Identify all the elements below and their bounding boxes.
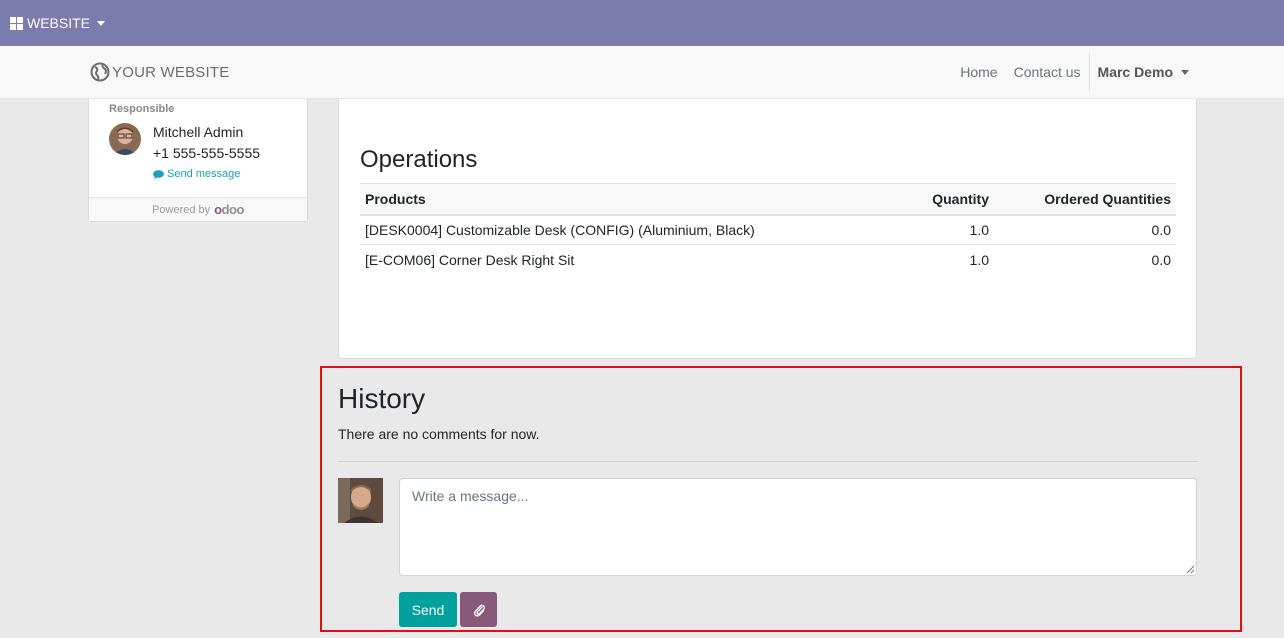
send-message-link[interactable]: Send message: [153, 168, 240, 180]
website-brand-link[interactable]: YOUR WEBSITE: [90, 62, 229, 82]
no-comments-text: There are no comments for now.: [338, 426, 540, 442]
table-row: [DESK0004] Customizable Desk (CONFIG) (A…: [360, 214, 1176, 245]
operations-card: Operations Products Quantity Ordered Qua…: [338, 99, 1197, 359]
attach-file-button[interactable]: [460, 592, 497, 627]
paperclip-icon: [473, 604, 485, 617]
nav-divider: [1088, 54, 1090, 90]
apps-grid-icon: [10, 16, 23, 30]
ordered-quantity-cell: 0.0: [1151, 251, 1171, 268]
user-menu-dropdown[interactable]: Marc Demo: [1098, 64, 1189, 80]
column-header-ordered-quantities: Ordered Quantities: [994, 183, 1176, 216]
nav-menu: Home Contact us Marc Demo: [960, 46, 1284, 98]
resize-handle-icon[interactable]: [1185, 564, 1195, 574]
responsible-card: Responsible Mitchell Admin +1 555-555-55…: [88, 99, 308, 222]
product-cell: [DESK0004] Customizable Desk (CONFIG) (A…: [360, 214, 874, 245]
user-name: Marc Demo: [1097, 64, 1173, 80]
send-message-label: Send message: [167, 168, 241, 180]
operations-table: Products Quantity Ordered Quantities [DE…: [360, 183, 1176, 275]
caret-down-icon: [97, 20, 106, 26]
column-header-products: Products: [360, 183, 874, 216]
send-button[interactable]: Send: [399, 592, 457, 627]
responsible-label: Responsible: [109, 103, 175, 115]
caret-down-icon: [1181, 69, 1189, 75]
nav-link-contact-us[interactable]: Contact us: [1014, 64, 1081, 80]
message-input[interactable]: [399, 478, 1197, 576]
comment-icon: [153, 169, 164, 179]
quantity-cell: 1.0: [874, 214, 994, 245]
brand-label: YOUR WEBSITE: [112, 63, 230, 81]
history-title: History: [338, 383, 426, 414]
table-row: [E-COM06] Corner Desk Right Sit 1.0 0.0: [360, 245, 1176, 275]
responsible-avatar: [109, 123, 141, 155]
powered-by-label: Powered by: [152, 203, 211, 216]
operations-title: Operations: [360, 146, 478, 173]
column-header-quantity: Quantity: [874, 183, 994, 216]
app-menu-label: WEBSITE: [27, 15, 91, 31]
powered-by-footer: Powered by odoo: [89, 197, 307, 221]
top-app-bar: WEBSITE: [0, 0, 1284, 46]
ordered-quantity-cell: 0.0: [994, 214, 1176, 245]
current-user-avatar: [338, 478, 383, 523]
quantity-cell: 1.0: [969, 251, 989, 268]
responsible-phone: +1 555-555-5555: [153, 145, 261, 161]
website-navbar: YOUR WEBSITE Home Contact us Marc Demo: [0, 46, 1284, 99]
app-menu-toggle[interactable]: WEBSITE: [10, 15, 106, 31]
responsible-name: Mitchell Admin: [153, 124, 244, 140]
nav-link-home[interactable]: Home: [960, 64, 997, 80]
table-header-row: Products Quantity Ordered Quantities: [360, 183, 1176, 216]
odoo-logo[interactable]: odoo: [214, 202, 244, 217]
history-divider: [338, 461, 1197, 462]
globe-icon: [90, 62, 110, 82]
product-cell: [E-COM06] Corner Desk Right Sit: [365, 251, 575, 268]
